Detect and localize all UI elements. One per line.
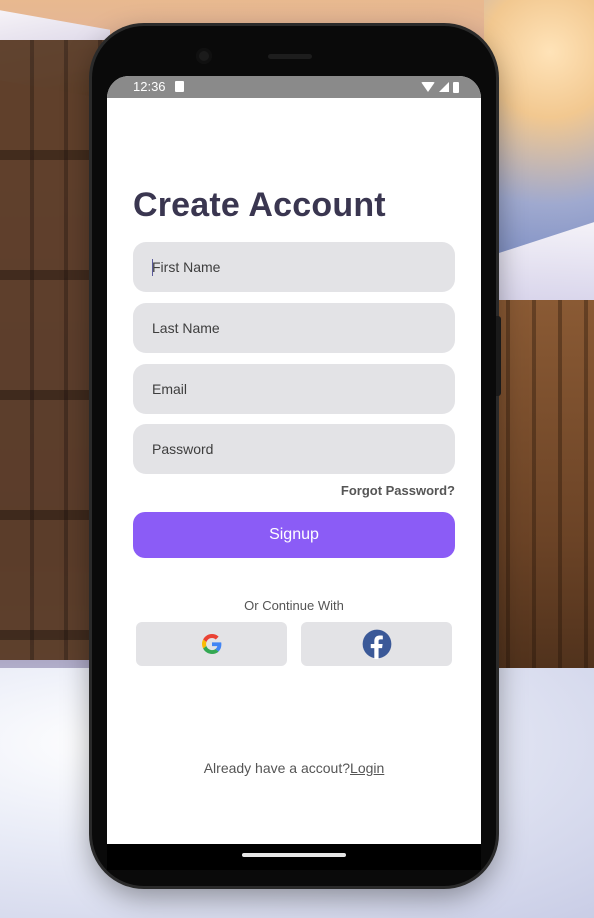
facebook-signin-button[interactable] xyxy=(301,622,452,666)
home-indicator[interactable] xyxy=(242,853,346,857)
forgot-password-link[interactable]: Forgot Password? xyxy=(341,483,455,498)
power-button xyxy=(496,316,501,396)
last-name-input[interactable] xyxy=(133,303,455,353)
email-input[interactable] xyxy=(133,364,455,414)
status-bar: 12:36 xyxy=(107,76,481,98)
phone-frame: 12:36 Create Account Forgot Password? Si… xyxy=(92,26,501,886)
login-prompt-text: Already have a accout? xyxy=(203,760,351,776)
signal-icon xyxy=(439,82,449,92)
phone-speaker xyxy=(268,54,312,59)
background-sky xyxy=(484,0,594,260)
first-name-input[interactable] xyxy=(133,242,455,292)
front-camera xyxy=(196,48,212,64)
facebook-icon xyxy=(362,629,391,659)
google-signin-button[interactable] xyxy=(136,622,287,666)
email-field-container xyxy=(133,364,455,414)
login-prompt: Already have a accout?Login xyxy=(107,760,481,776)
google-icon xyxy=(201,634,221,654)
login-link[interactable]: Login xyxy=(350,760,384,776)
wifi-icon xyxy=(421,82,435,92)
text-caret xyxy=(152,259,153,276)
page-title: Create Account xyxy=(133,186,386,224)
navigation-bar xyxy=(107,844,481,870)
last-name-field-container xyxy=(133,303,455,353)
status-time: 12:36 xyxy=(133,79,166,94)
app-screen: 12:36 Create Account Forgot Password? Si… xyxy=(107,76,481,844)
sim-card-icon xyxy=(175,81,184,92)
password-input[interactable] xyxy=(133,424,455,474)
first-name-field-container xyxy=(133,242,455,292)
social-divider-text: Or Continue With xyxy=(244,598,344,613)
battery-icon xyxy=(453,81,459,93)
status-icons xyxy=(421,80,459,94)
signup-button[interactable]: Signup xyxy=(133,512,455,558)
password-field-container xyxy=(133,424,455,474)
